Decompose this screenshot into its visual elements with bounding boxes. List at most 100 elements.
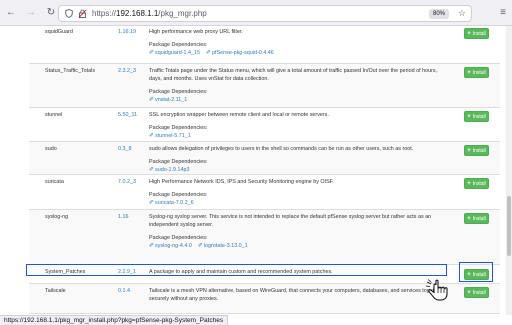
paperclip-icon: ✐ [149, 166, 155, 173]
package-name: stunnel [45, 112, 63, 118]
dependencies-header: Package Dependencies: [149, 42, 208, 48]
plus-icon: + [467, 180, 471, 187]
paperclip-icon: ✐ [149, 132, 155, 139]
paperclip-icon: ✐ [206, 49, 212, 56]
dependencies-header: Package Dependencies: [149, 89, 208, 95]
install-button[interactable]: + Install [464, 287, 489, 298]
plus-icon: + [467, 69, 471, 76]
install-button[interactable]: + Install [464, 145, 489, 156]
package-version-link[interactable]: 5.50_11 [118, 111, 137, 119]
url-scheme: https:// [92, 9, 117, 18]
dependency-link[interactable]: ✐logrotate-3.13.0_1 [197, 242, 248, 249]
description-text: Tailscale is a mesh VPN alternative, bas… [149, 288, 443, 302]
dependency-name: pfSense-pkg-squid-0.4.46 [212, 50, 274, 56]
package-description: High performance web proxy URL filter. Pa… [149, 28, 445, 57]
warning-lock-icon[interactable] [76, 8, 88, 20]
dependency-link[interactable]: ✐squidguard-1.4_15 [149, 49, 200, 56]
package-description: Syslog-ng syslog server. This service is… [149, 213, 445, 250]
package-name: Status_Traffic_Totals [45, 68, 96, 74]
table-row: sudo 0.3_8 sudo allows delegation of privi… [29, 142, 500, 175]
table-row: stunnel 5.50_11 SSL encryption wrapper bet… [29, 108, 500, 142]
install-button[interactable]: + Install [464, 178, 489, 189]
package-version-link[interactable]: 0.1.4 [118, 287, 130, 295]
dependency-list: ✐suricata-7.0.2_6 [149, 199, 445, 207]
package-name: sudo [45, 146, 57, 152]
dependency-name: logrotate-3.13.0_1 [203, 243, 248, 249]
forward-icon[interactable]: → [22, 4, 40, 22]
package-name: suricata [45, 179, 64, 185]
dependency-name: squidguard-1.4_15 [155, 50, 200, 56]
menu-icon[interactable]: ≡ [500, 7, 506, 18]
paperclip-icon: ✐ [149, 199, 155, 206]
install-label: Install [472, 180, 486, 187]
url-path: /pkg_mgr.php [158, 9, 207, 18]
package-name: squidGuard [45, 29, 73, 35]
install-button[interactable]: + Install [464, 213, 489, 224]
dependency-link[interactable]: ✐sudo-1.9.14p3 [149, 166, 190, 173]
install-label: Install [472, 69, 486, 76]
hand-cursor-icon [425, 279, 452, 301]
package-version-link[interactable]: 7.0.2_3 [118, 178, 136, 186]
install-button[interactable]: + Install [464, 67, 489, 78]
browser-toolbar: ← → ↻ https://192.168.1.1/pkg_mgr.php 80… [0, 0, 512, 26]
description-text: Syslog-ng syslog server. This service is… [149, 214, 432, 228]
table-row: Status_Traffic_Totals 2.3.2_3 Traffic Tota… [29, 64, 500, 108]
package-description: sudo allows delegation of privileges to … [149, 145, 445, 174]
dependency-list: ✐vnstat-2.11_1 [149, 96, 445, 104]
dependency-name: sudo-1.9.14p3 [155, 167, 190, 173]
shield-icon[interactable] [63, 8, 75, 20]
dependency-link[interactable]: ✐suricata-7.0.2_6 [149, 199, 194, 206]
dependency-link[interactable]: ✐pfSense-pkg-squid-0.4.46 [206, 49, 274, 56]
dependency-name: vnstat-2.11_1 [155, 97, 188, 103]
install-button[interactable]: + Install [464, 28, 489, 39]
zoom-level[interactable]: 80% [428, 9, 449, 19]
package-description: Traffic Totals page under the Status men… [149, 67, 445, 104]
paperclip-icon: ✐ [197, 242, 203, 249]
paperclip-icon: ✐ [149, 96, 155, 103]
description-text: SSL encryption wrapper between remote cl… [149, 112, 329, 118]
dependency-list: ✐syslog-ng-4.4.0 ✐logrotate-3.13.0_1 [149, 242, 445, 250]
dependency-list: ✐sudo-1.9.14p3 [149, 166, 445, 174]
bookmark-star-icon[interactable]: ☆ [458, 8, 466, 19]
dependencies-header: Package Dependencies: [149, 235, 208, 241]
package-version-link[interactable]: 2.3.2_3 [118, 67, 136, 75]
highlight-install-box [459, 262, 493, 282]
scrollbar-thumb[interactable] [507, 196, 511, 256]
dependency-link[interactable]: ✐syslog-ng-4.4.0 [149, 242, 192, 249]
status-bar-url: https://192.168.1.1/pkg_mgr_install.php?… [0, 315, 229, 325]
dependency-link[interactable]: ✐vnstat-2.11_1 [149, 96, 188, 103]
table-row: suricata 7.0.2_3 High Performance Network … [29, 175, 500, 210]
back-icon[interactable]: ← [2, 4, 20, 22]
table-row: syslog-ng 1.16 Syslog-ng syslog server. Th… [29, 210, 500, 265]
package-description: Tailscale is a mesh VPN alternative, bas… [149, 287, 445, 303]
scrollbar[interactable] [506, 26, 512, 315]
highlight-row-box [26, 264, 447, 276]
package-name: syslog-ng [45, 214, 69, 220]
install-button[interactable]: + Install [464, 111, 489, 122]
description-text: sudo allows delegation of privileges to … [149, 146, 414, 152]
url-text: https://192.168.1.1/pkg_mgr.php [92, 9, 207, 18]
plus-icon: + [467, 289, 471, 296]
dependency-list: ✐squidguard-1.4_15 ✐pfSense-pkg-squid-0.4… [149, 49, 445, 57]
plus-icon: + [467, 215, 471, 222]
dependencies-header: Package Dependencies: [149, 125, 208, 131]
plus-icon: + [467, 113, 471, 120]
package-description: High Performance Network IDS, IPS and Se… [149, 178, 445, 207]
package-version-link[interactable]: 0.3_8 [118, 145, 132, 153]
install-label: Install [472, 147, 486, 154]
dependency-name: suricata-7.0.2_6 [155, 200, 194, 206]
description-text: Traffic Totals page under the Status men… [149, 68, 438, 82]
table-row: squidGuard 1.16.19 High performance web pr… [29, 25, 500, 64]
dependencies-header: Package Dependencies: [149, 159, 208, 165]
dependencies-header: Package Dependencies: [149, 192, 208, 198]
dependency-link[interactable]: ✐stunnel-5.71_1 [149, 132, 191, 139]
dependency-list: ✐stunnel-5.71_1 [149, 132, 445, 140]
install-label: Install [472, 30, 486, 37]
description-text: High Performance Network IDS, IPS and Se… [149, 179, 334, 185]
paperclip-icon: ✐ [149, 49, 155, 56]
package-version-link[interactable]: 1.16.19 [118, 28, 136, 36]
url-host: 192.168.1.1 [116, 9, 159, 18]
address-bar[interactable]: https://192.168.1.1/pkg_mgr.php 80% ☆ [58, 5, 472, 22]
package-version-link[interactable]: 1.16 [118, 213, 129, 221]
package-description: SSL encryption wrapper between remote cl… [149, 111, 445, 140]
